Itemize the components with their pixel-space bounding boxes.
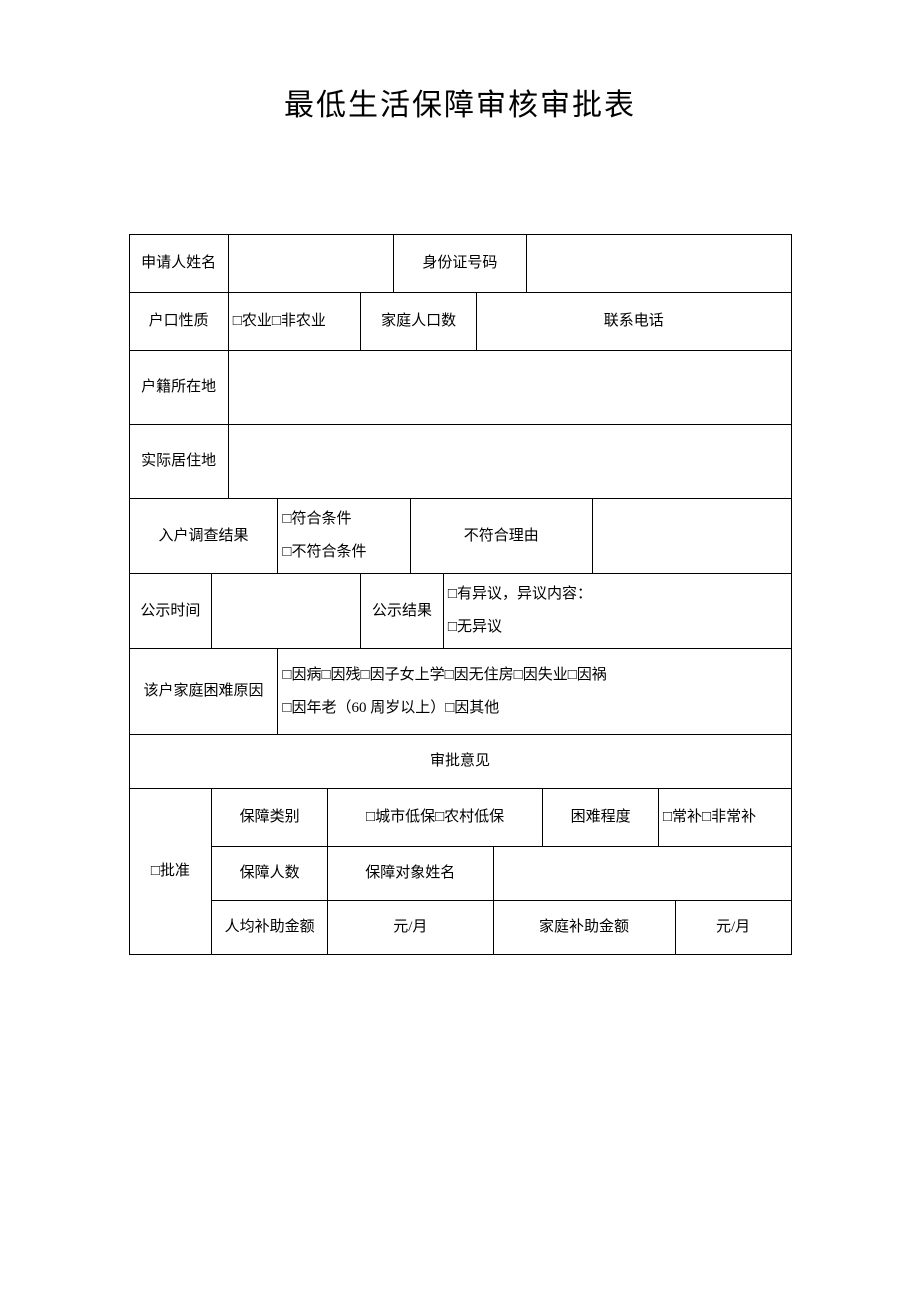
difficulty-degree-label: 困难程度 (543, 789, 659, 847)
id-number-label: 身份证号码 (394, 235, 526, 293)
family-subsidy-label: 家庭补助金额 (493, 901, 675, 955)
announcement-result-label: 公示结果 (361, 574, 444, 649)
difficulty-degree-value[interactable]: □常补□非常补 (659, 789, 792, 847)
guarantee-type-label: 保障类别 (212, 789, 328, 847)
survey-result-label: 入户调查结果 (129, 499, 278, 574)
family-subsidy-unit: 元/月 (675, 901, 791, 955)
guarantee-count-label: 保障人数 (212, 847, 328, 901)
hukou-location-label: 户籍所在地 (129, 351, 228, 425)
difficulty-reason-label: 该户家庭困难原因 (129, 649, 278, 735)
approval-opinion-header: 审批意见 (129, 735, 791, 789)
per-capita-label: 人均补助金额 (212, 901, 328, 955)
page-title: 最低生活保障审核审批表 (129, 80, 792, 124)
actual-residence-label: 实际居住地 (129, 425, 228, 499)
per-capita-unit: 元/月 (328, 901, 493, 955)
applicant-name-label: 申请人姓名 (129, 235, 228, 293)
announcement-time-field[interactable] (212, 574, 361, 649)
id-number-field[interactable] (526, 235, 791, 293)
approved-label[interactable]: □批准 (129, 789, 212, 955)
applicant-name-field[interactable] (228, 235, 393, 293)
contact-phone-label: 联系电话 (476, 293, 791, 351)
guarantee-type-value[interactable]: □城市低保□农村低保 (328, 789, 543, 847)
hukou-type-value[interactable]: □农业□非农业 (228, 293, 360, 351)
announcement-time-label: 公示时间 (129, 574, 212, 649)
hukou-location-field[interactable] (228, 351, 791, 425)
noncompliance-reason-field[interactable] (592, 499, 791, 574)
family-size-label: 家庭人口数 (361, 293, 477, 351)
actual-residence-field[interactable] (228, 425, 791, 499)
guarantee-names-label: 保障对象姓名 (328, 847, 493, 901)
hukou-type-label: 户口性质 (129, 293, 228, 351)
approval-form-table: 申请人姓名 身份证号码 户口性质 □农业□非农业 家庭人口数 联系电话 户籍所在… (129, 234, 792, 955)
noncompliance-reason-label: 不符合理由 (410, 499, 592, 574)
difficulty-reason-value[interactable]: □因病□因残□因子女上学□因无住房□因失业□因祸 □因年老（60 周岁以上）□因… (278, 649, 791, 735)
survey-result-value[interactable]: □符合条件 □不符合条件 (278, 499, 410, 574)
announcement-result-value[interactable]: □有异议，异议内容： □无异议 (443, 574, 791, 649)
guarantee-names-field[interactable] (493, 847, 791, 901)
